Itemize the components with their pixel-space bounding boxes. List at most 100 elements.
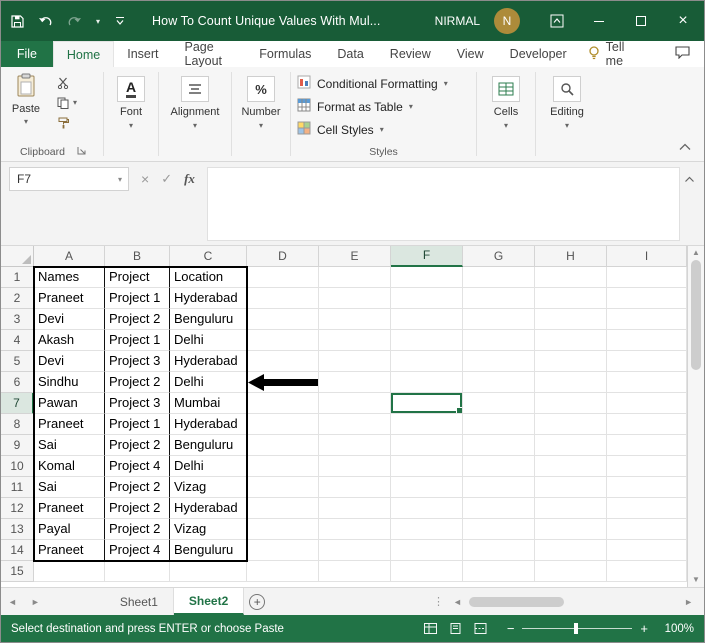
zoom-slider-thumb[interactable] <box>574 623 579 634</box>
cell-F10[interactable] <box>391 456 463 477</box>
cell-I12[interactable] <box>607 498 687 519</box>
row-header-14[interactable]: 14 <box>1 540 34 561</box>
cell-H2[interactable] <box>535 288 607 309</box>
cell-C5[interactable]: Hyderabad <box>170 351 247 372</box>
select-all-corner[interactable] <box>1 246 34 267</box>
cell-H15[interactable] <box>535 561 607 582</box>
horizontal-scroll-thumb[interactable] <box>468 596 564 607</box>
collapse-ribbon-icon[interactable] <box>678 138 692 156</box>
cell-D1[interactable] <box>247 267 319 288</box>
row-header-12[interactable]: 12 <box>1 498 34 519</box>
cell-H13[interactable] <box>535 519 607 540</box>
formula-input[interactable] <box>206 167 680 241</box>
cell-G4[interactable] <box>463 330 535 351</box>
cell-C6[interactable]: Delhi <box>170 372 247 393</box>
vertical-scroll-thumb[interactable] <box>691 260 701 370</box>
row-header-1[interactable]: 1 <box>1 267 34 288</box>
tab-scroll-splitter[interactable]: ⋮ <box>429 588 448 615</box>
row-header-10[interactable]: 10 <box>1 456 34 477</box>
row-header-15[interactable]: 15 <box>1 561 34 582</box>
cell-I4[interactable] <box>607 330 687 351</box>
cell-F5[interactable] <box>391 351 463 372</box>
scroll-right-icon[interactable]: ► <box>679 597 698 607</box>
cell-D5[interactable] <box>247 351 319 372</box>
cell-B3[interactable]: Project 2 <box>105 309 170 330</box>
cell-D8[interactable] <box>247 414 319 435</box>
cell-H12[interactable] <box>535 498 607 519</box>
column-header-h[interactable]: H <box>535 246 607 267</box>
cell-B4[interactable]: Project 1 <box>105 330 170 351</box>
cell-E5[interactable] <box>319 351 391 372</box>
scroll-down-icon[interactable]: ▼ <box>692 576 700 584</box>
cell-I5[interactable] <box>607 351 687 372</box>
user-name[interactable]: NIRMAL <box>435 14 480 28</box>
cell-F2[interactable] <box>391 288 463 309</box>
cell-A14[interactable]: Praneet <box>34 540 105 561</box>
row-header-5[interactable]: 5 <box>1 351 34 372</box>
tell-me-button[interactable]: Tell me <box>580 40 651 68</box>
formula-bar-collapse-icon[interactable] <box>680 167 698 191</box>
cell-A11[interactable]: Sai <box>34 477 105 498</box>
cell-G9[interactable] <box>463 435 535 456</box>
normal-view-icon[interactable] <box>423 623 437 634</box>
cell-A7[interactable]: Pawan <box>34 393 105 414</box>
cell-F14[interactable] <box>391 540 463 561</box>
cell-I13[interactable] <box>607 519 687 540</box>
column-header-d[interactable]: D <box>247 246 319 267</box>
cell-B13[interactable]: Project 2 <box>105 519 170 540</box>
tab-insert[interactable]: Insert <box>114 41 171 67</box>
cell-F12[interactable] <box>391 498 463 519</box>
row-header-8[interactable]: 8 <box>1 414 34 435</box>
tab-view[interactable]: View <box>444 41 497 67</box>
row-header-3[interactable]: 3 <box>1 309 34 330</box>
cell-A5[interactable]: Devi <box>34 351 105 372</box>
cell-D4[interactable] <box>247 330 319 351</box>
cell-G5[interactable] <box>463 351 535 372</box>
cell-C12[interactable]: Hyderabad <box>170 498 247 519</box>
cell-E14[interactable] <box>319 540 391 561</box>
sheet-tab-sheet2[interactable]: Sheet2 <box>173 588 245 615</box>
vertical-scrollbar[interactable]: ▲ ▼ <box>687 246 704 587</box>
row-header-4[interactable]: 4 <box>1 330 34 351</box>
tab-file[interactable]: File <box>1 41 53 67</box>
cell-A9[interactable]: Sai <box>34 435 105 456</box>
new-sheet-button[interactable]: + <box>244 588 270 615</box>
cell-D2[interactable] <box>247 288 319 309</box>
cell-B5[interactable]: Project 3 <box>105 351 170 372</box>
cell-C9[interactable]: Benguluru <box>170 435 247 456</box>
enter-icon[interactable]: ✓ <box>161 171 172 187</box>
cell-I6[interactable] <box>607 372 687 393</box>
cell-A8[interactable]: Praneet <box>34 414 105 435</box>
cell-C10[interactable]: Delhi <box>170 456 247 477</box>
cell-E12[interactable] <box>319 498 391 519</box>
cell-G6[interactable] <box>463 372 535 393</box>
cell-D15[interactable] <box>247 561 319 582</box>
cell-A12[interactable]: Praneet <box>34 498 105 519</box>
cell-B1[interactable]: Project <box>105 267 170 288</box>
number-group-button[interactable]: % Number ▾ <box>232 67 290 161</box>
cell-F3[interactable] <box>391 309 463 330</box>
horizontal-scrollbar[interactable]: ◄ ► <box>448 588 698 615</box>
tab-review[interactable]: Review <box>377 41 444 67</box>
undo-icon[interactable] <box>38 15 53 27</box>
zoom-level[interactable]: 100% <box>660 623 694 635</box>
cell-B8[interactable]: Project 1 <box>105 414 170 435</box>
ribbon-display-options-icon[interactable] <box>536 1 578 41</box>
tab-data[interactable]: Data <box>324 41 376 67</box>
cell-I10[interactable] <box>607 456 687 477</box>
cell-H5[interactable] <box>535 351 607 372</box>
column-header-c[interactable]: C <box>170 246 247 267</box>
font-group-button[interactable]: A Font ▾ <box>104 67 158 161</box>
insert-function-icon[interactable]: fx <box>184 171 195 187</box>
cell-A3[interactable]: Devi <box>34 309 105 330</box>
cell-B6[interactable]: Project 2 <box>105 372 170 393</box>
cell-B10[interactable]: Project 4 <box>105 456 170 477</box>
cell-B2[interactable]: Project 1 <box>105 288 170 309</box>
column-header-a[interactable]: A <box>34 246 105 267</box>
row-header-2[interactable]: 2 <box>1 288 34 309</box>
cell-H11[interactable] <box>535 477 607 498</box>
paste-button[interactable]: Paste ▾ <box>3 67 49 143</box>
editing-group-button[interactable]: Editing ▾ <box>536 67 598 161</box>
scroll-left-icon[interactable]: ◄ <box>448 597 467 607</box>
cell-B15[interactable] <box>105 561 170 582</box>
